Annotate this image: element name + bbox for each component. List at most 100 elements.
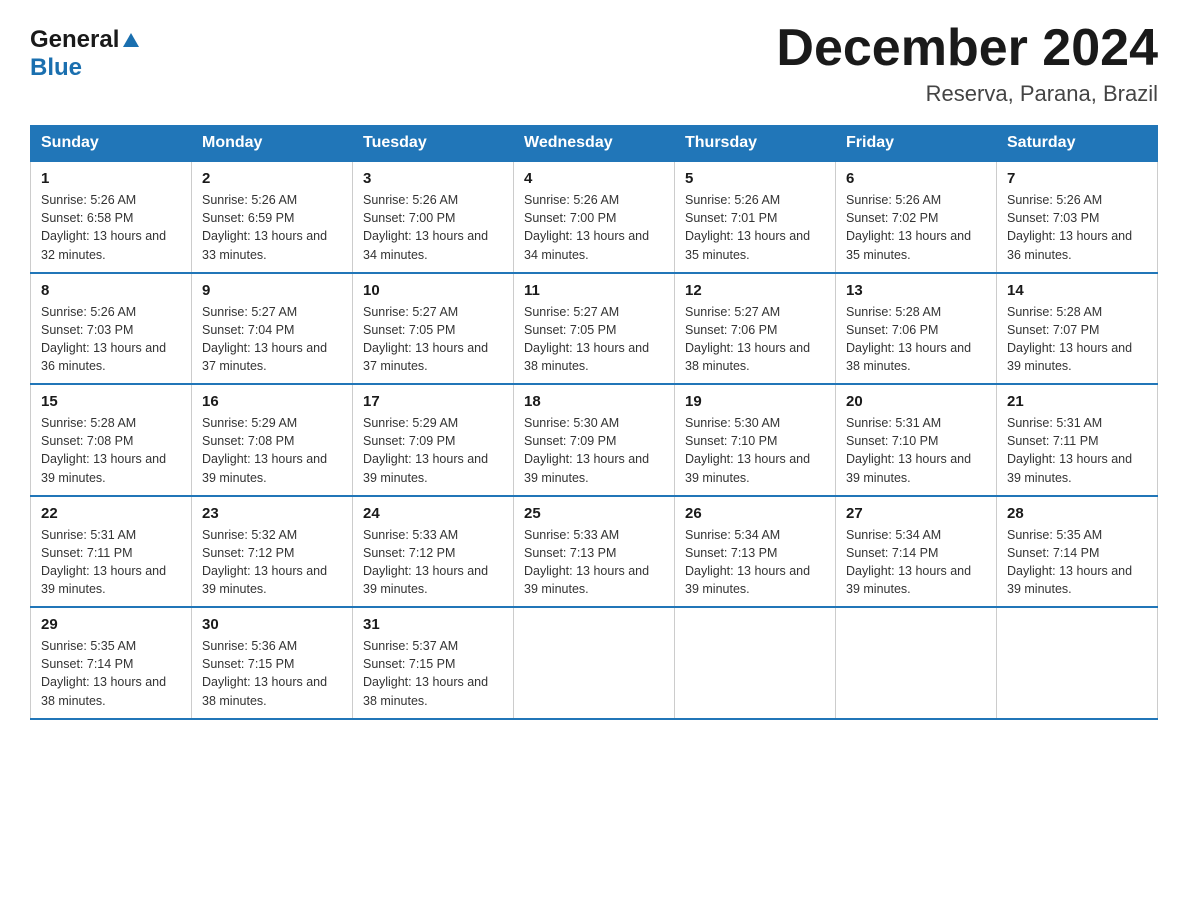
day-info: Sunrise: 5:35 AMSunset: 7:14 PMDaylight:…: [41, 637, 181, 710]
day-info: Sunrise: 5:26 AMSunset: 6:59 PMDaylight:…: [202, 191, 342, 264]
table-row: 18Sunrise: 5:30 AMSunset: 7:09 PMDayligh…: [514, 384, 675, 496]
table-row: 6 Sunrise: 5:26 AMSunset: 7:02 PMDaylight…: [836, 161, 997, 273]
day-info: Sunrise: 5:33 AMSunset: 7:12 PMDaylight:…: [363, 526, 503, 599]
calendar-week-row: 29 Sunrise: 5:35 AMSunset: 7:14 PMDayligh…: [31, 607, 1158, 719]
table-row: 8 Sunrise: 5:26 AMSunset: 7:03 PMDaylight…: [31, 273, 192, 385]
day-info: Sunrise: 5:26 AMSunset: 7:03 PMDaylight:…: [41, 303, 181, 376]
header-thursday: Thursday: [675, 126, 836, 162]
day-number: 4: [524, 170, 664, 187]
day-number: 31: [363, 616, 503, 633]
day-info: Sunrise: 5:27 AMSunset: 7:04 PMDaylight:…: [202, 303, 342, 376]
day-number: 11: [524, 282, 664, 299]
day-info: Sunrise: 5:32 AMSunset: 7:12 PMDaylight:…: [202, 526, 342, 599]
header-friday: Friday: [836, 126, 997, 162]
day-info: Sunrise: 5:30 AMSunset: 7:10 PMDaylight:…: [685, 414, 825, 487]
day-info: Sunrise: 5:37 AMSunset: 7:15 PMDaylight:…: [363, 637, 503, 710]
header-wednesday: Wednesday: [514, 126, 675, 162]
page-subtitle: Reserva, Parana, Brazil: [776, 81, 1158, 107]
logo-general-text: General: [30, 26, 119, 54]
day-number: 28: [1007, 505, 1147, 522]
day-number: 7: [1007, 170, 1147, 187]
header-monday: Monday: [192, 126, 353, 162]
day-info: Sunrise: 5:36 AMSunset: 7:15 PMDaylight:…: [202, 637, 342, 710]
day-number: 9: [202, 282, 342, 299]
table-row: 17 Sunrise: 5:29 AMSunset: 7:09 PMDayligh…: [353, 384, 514, 496]
day-info: Sunrise: 5:26 AMSunset: 7:02 PMDaylight:…: [846, 191, 986, 264]
day-number: 3: [363, 170, 503, 187]
table-row: 15Sunrise: 5:28 AMSunset: 7:08 PMDayligh…: [31, 384, 192, 496]
day-info: Sunrise: 5:29 AMSunset: 7:08 PMDaylight:…: [202, 414, 342, 487]
day-info: Sunrise: 5:34 AMSunset: 7:14 PMDaylight:…: [846, 526, 986, 599]
day-info: Sunrise: 5:27 AMSunset: 7:06 PMDaylight:…: [685, 303, 825, 376]
day-number: 25: [524, 505, 664, 522]
table-row: 12Sunrise: 5:27 AMSunset: 7:06 PMDayligh…: [675, 273, 836, 385]
header-sunday: Sunday: [31, 126, 192, 162]
table-row: [997, 607, 1158, 719]
calendar-table: Sunday Monday Tuesday Wednesday Thursday…: [30, 125, 1158, 720]
day-number: 21: [1007, 393, 1147, 410]
header-tuesday: Tuesday: [353, 126, 514, 162]
day-info: Sunrise: 5:26 AMSunset: 7:00 PMDaylight:…: [524, 191, 664, 264]
table-row: 23 Sunrise: 5:32 AMSunset: 7:12 PMDayligh…: [192, 496, 353, 608]
day-info: Sunrise: 5:27 AMSunset: 7:05 PMDaylight:…: [363, 303, 503, 376]
day-number: 23: [202, 505, 342, 522]
title-block: December 2024 Reserva, Parana, Brazil: [776, 20, 1158, 107]
table-row: [675, 607, 836, 719]
day-number: 17: [363, 393, 503, 410]
day-number: 14: [1007, 282, 1147, 299]
day-info: Sunrise: 5:33 AMSunset: 7:13 PMDaylight:…: [524, 526, 664, 599]
table-row: 3Sunrise: 5:26 AMSunset: 7:00 PMDaylight…: [353, 161, 514, 273]
table-row: 27 Sunrise: 5:34 AMSunset: 7:14 PMDayligh…: [836, 496, 997, 608]
calendar-week-row: 22 Sunrise: 5:31 AMSunset: 7:11 PMDayligh…: [31, 496, 1158, 608]
table-row: 7Sunrise: 5:26 AMSunset: 7:03 PMDaylight…: [997, 161, 1158, 273]
day-info: Sunrise: 5:28 AMSunset: 7:07 PMDaylight:…: [1007, 303, 1147, 376]
day-number: 27: [846, 505, 986, 522]
table-row: 10 Sunrise: 5:27 AMSunset: 7:05 PMDayligh…: [353, 273, 514, 385]
table-row: [514, 607, 675, 719]
table-row: 31 Sunrise: 5:37 AMSunset: 7:15 PMDayligh…: [353, 607, 514, 719]
day-number: 29: [41, 616, 181, 633]
table-row: 14 Sunrise: 5:28 AMSunset: 7:07 PMDayligh…: [997, 273, 1158, 385]
day-info: Sunrise: 5:27 AMSunset: 7:05 PMDaylight:…: [524, 303, 664, 376]
table-row: 16 Sunrise: 5:29 AMSunset: 7:08 PMDayligh…: [192, 384, 353, 496]
day-number: 1: [41, 170, 181, 187]
day-info: Sunrise: 5:31 AMSunset: 7:11 PMDaylight:…: [41, 526, 181, 599]
table-row: 30Sunrise: 5:36 AMSunset: 7:15 PMDayligh…: [192, 607, 353, 719]
day-info: Sunrise: 5:28 AMSunset: 7:08 PMDaylight:…: [41, 414, 181, 487]
logo-triangle-icon: [122, 31, 140, 49]
calendar-week-row: 8 Sunrise: 5:26 AMSunset: 7:03 PMDaylight…: [31, 273, 1158, 385]
table-row: 19Sunrise: 5:30 AMSunset: 7:10 PMDayligh…: [675, 384, 836, 496]
logo-blue-text: Blue: [30, 54, 82, 81]
day-number: 8: [41, 282, 181, 299]
day-number: 26: [685, 505, 825, 522]
day-info: Sunrise: 5:28 AMSunset: 7:06 PMDaylight:…: [846, 303, 986, 376]
table-row: 5Sunrise: 5:26 AMSunset: 7:01 PMDaylight…: [675, 161, 836, 273]
day-number: 2: [202, 170, 342, 187]
day-number: 22: [41, 505, 181, 522]
page-header: General Blue December 2024 Reserva, Para…: [30, 20, 1158, 107]
calendar-header-row: Sunday Monday Tuesday Wednesday Thursday…: [31, 126, 1158, 162]
table-row: 21 Sunrise: 5:31 AMSunset: 7:11 PMDayligh…: [997, 384, 1158, 496]
table-row: 28 Sunrise: 5:35 AMSunset: 7:14 PMDayligh…: [997, 496, 1158, 608]
table-row: 2 Sunrise: 5:26 AMSunset: 6:59 PMDaylight…: [192, 161, 353, 273]
day-info: Sunrise: 5:31 AMSunset: 7:10 PMDaylight:…: [846, 414, 986, 487]
day-info: Sunrise: 5:35 AMSunset: 7:14 PMDaylight:…: [1007, 526, 1147, 599]
day-number: 6: [846, 170, 986, 187]
day-number: 10: [363, 282, 503, 299]
table-row: 11 Sunrise: 5:27 AMSunset: 7:05 PMDayligh…: [514, 273, 675, 385]
day-info: Sunrise: 5:29 AMSunset: 7:09 PMDaylight:…: [363, 414, 503, 487]
day-number: 20: [846, 393, 986, 410]
header-saturday: Saturday: [997, 126, 1158, 162]
page-title: December 2024: [776, 20, 1158, 77]
table-row: 9 Sunrise: 5:27 AMSunset: 7:04 PMDaylight…: [192, 273, 353, 385]
day-info: Sunrise: 5:30 AMSunset: 7:09 PMDaylight:…: [524, 414, 664, 487]
day-number: 13: [846, 282, 986, 299]
calendar-week-row: 15Sunrise: 5:28 AMSunset: 7:08 PMDayligh…: [31, 384, 1158, 496]
table-row: 4 Sunrise: 5:26 AMSunset: 7:00 PMDaylight…: [514, 161, 675, 273]
day-info: Sunrise: 5:31 AMSunset: 7:11 PMDaylight:…: [1007, 414, 1147, 487]
day-number: 16: [202, 393, 342, 410]
day-info: Sunrise: 5:26 AMSunset: 7:01 PMDaylight:…: [685, 191, 825, 264]
table-row: 25 Sunrise: 5:33 AMSunset: 7:13 PMDayligh…: [514, 496, 675, 608]
calendar-week-row: 1Sunrise: 5:26 AMSunset: 6:58 PMDaylight…: [31, 161, 1158, 273]
table-row: 1Sunrise: 5:26 AMSunset: 6:58 PMDaylight…: [31, 161, 192, 273]
